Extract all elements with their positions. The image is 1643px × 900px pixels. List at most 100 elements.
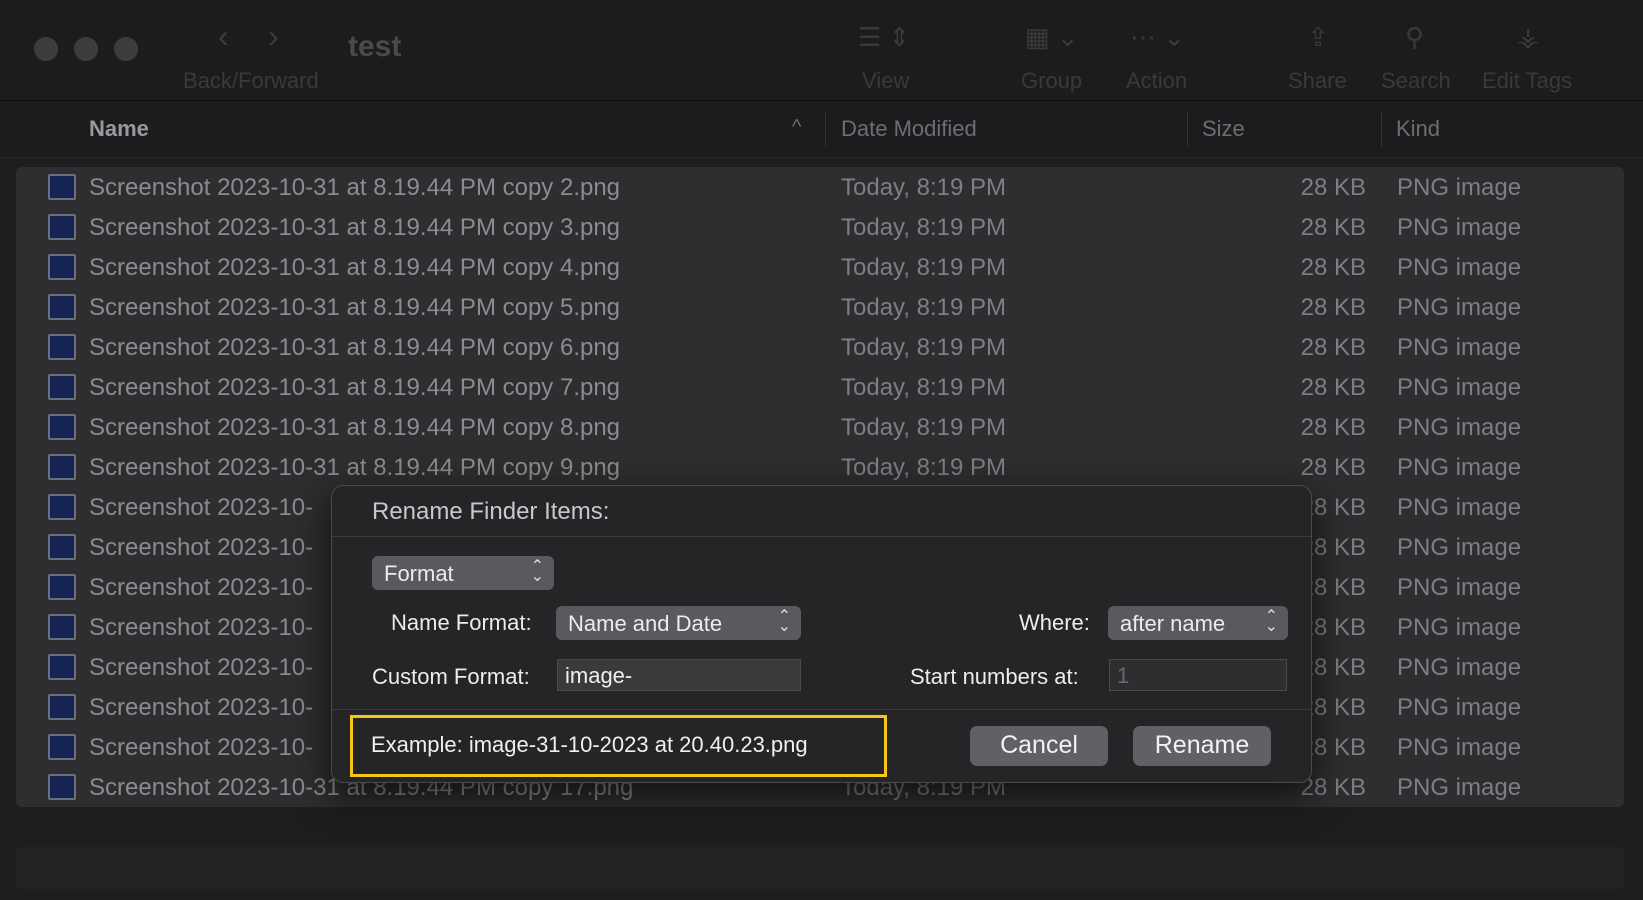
custom-format-field[interactable]: image- — [557, 659, 801, 691]
file-kind: PNG image — [1397, 374, 1522, 401]
tag-icon[interactable]: ⚶ — [1517, 22, 1539, 53]
share-label: Share — [1288, 68, 1347, 93]
divider — [332, 709, 1311, 710]
png-file-icon — [48, 254, 76, 280]
chevron-right-icon[interactable]: › — [268, 18, 279, 55]
file-kind: PNG image — [1397, 214, 1522, 241]
png-file-icon — [48, 294, 76, 320]
column-divider[interactable] — [825, 111, 826, 147]
file-name: Screenshot 2023-10-31 at 8.19.44 PM copy… — [89, 214, 621, 241]
updown-chevron-icon: ⌃ ⌄ — [530, 558, 544, 585]
file-kind: PNG image — [1397, 534, 1522, 561]
png-file-icon — [48, 414, 76, 440]
rename-dialog: Rename Finder Items: Format ⌃ ⌄ Name Form… — [331, 485, 1312, 783]
file-date: Today, 8:19 PM — [841, 214, 1006, 241]
sort-ascending-icon[interactable]: ^ — [792, 116, 801, 139]
group-icon[interactable]: ▦ ⌄ — [1025, 22, 1079, 53]
view-label: View — [862, 68, 910, 93]
list-view-icon[interactable]: ☰ ⇕ — [858, 22, 910, 53]
column-header: Name ^ Date Modified Size Kind — [0, 101, 1643, 158]
file-row[interactable]: Screenshot 2023-10-31 at 8.19.44 PM copy… — [16, 327, 1624, 367]
cancel-button[interactable]: Cancel — [970, 726, 1108, 766]
file-name: Screenshot 2023-10-31 at 8.19.44 PM copy… — [89, 174, 621, 201]
file-name: Screenshot 2023-10- — [89, 574, 314, 601]
png-file-icon — [48, 454, 76, 480]
column-divider[interactable] — [1381, 111, 1382, 147]
file-date: Today, 8:19 PM — [841, 374, 1006, 401]
file-size: 28 KB — [1300, 374, 1366, 401]
chevron-left-icon[interactable]: ‹ — [218, 18, 229, 55]
file-row[interactable]: Screenshot 2023-10-31 at 8.19.44 PM copy… — [16, 247, 1624, 287]
file-name: Screenshot 2023-10-31 at 8.19.44 PM copy… — [89, 334, 621, 361]
column-date-modified[interactable]: Date Modified — [841, 116, 977, 142]
file-size: 28 KB — [1300, 174, 1366, 201]
file-row[interactable]: Screenshot 2023-10-31 at 8.19.44 PM copy… — [16, 407, 1624, 447]
file-name: Screenshot 2023-10-31 at 8.19.44 PM copy… — [89, 374, 621, 401]
png-file-icon — [48, 614, 76, 640]
png-file-icon — [48, 334, 76, 360]
file-date: Today, 8:19 PM — [841, 294, 1006, 321]
file-name: Screenshot 2023-10- — [89, 614, 314, 641]
file-size: 28 KB — [1300, 414, 1366, 441]
png-file-icon — [48, 214, 76, 240]
action-ellipsis-icon[interactable]: ⋯ ⌄ — [1130, 22, 1185, 53]
window-title: test — [348, 30, 402, 63]
file-row[interactable]: Screenshot 2023-10-31 at 8.19.44 PM copy… — [16, 287, 1624, 327]
file-date: Today, 8:19 PM — [841, 414, 1006, 441]
search-icon[interactable]: ⚲ — [1405, 22, 1424, 53]
column-size[interactable]: Size — [1202, 116, 1245, 142]
start-numbers-field[interactable]: 1 — [1109, 659, 1287, 691]
zoom-window-button[interactable] — [114, 37, 138, 61]
file-row[interactable]: Screenshot 2023-10-31 at 8.19.44 PM copy… — [16, 447, 1624, 487]
where-popup[interactable]: after name ⌃ ⌄ — [1108, 606, 1288, 640]
file-size: 28 KB — [1300, 294, 1366, 321]
file-kind: PNG image — [1397, 294, 1522, 321]
file-kind: PNG image — [1397, 174, 1522, 201]
where-label: Where: — [1019, 610, 1090, 635]
column-divider[interactable] — [1187, 111, 1188, 147]
png-file-icon — [48, 734, 76, 760]
rename-mode-value: Format — [384, 561, 454, 586]
updown-chevron-icon: ⌃ ⌄ — [777, 608, 791, 635]
rename-button[interactable]: Rename — [1133, 726, 1271, 766]
file-kind: PNG image — [1397, 334, 1522, 361]
file-kind: PNG image — [1397, 414, 1522, 441]
close-window-button[interactable] — [34, 37, 58, 61]
edit-tags-label: Edit Tags — [1482, 68, 1573, 93]
png-file-icon — [48, 174, 76, 200]
updown-chevron-icon: ⌃ ⌄ — [1264, 608, 1278, 635]
example-highlight-box: Example: image-31-10-2023 at 20.40.23.pn… — [350, 715, 887, 777]
file-size: 28 KB — [1300, 214, 1366, 241]
file-row[interactable]: Screenshot 2023-10-31 at 8.19.44 PM copy… — [16, 207, 1624, 247]
file-kind: PNG image — [1397, 694, 1522, 721]
file-date: Today, 8:19 PM — [841, 174, 1006, 201]
name-format-popup[interactable]: Name and Date ⌃ ⌄ — [556, 606, 801, 640]
file-name: Screenshot 2023-10- — [89, 534, 314, 561]
file-name: Screenshot 2023-10-31 at 8.19.44 PM copy… — [89, 454, 621, 481]
file-kind: PNG image — [1397, 574, 1522, 601]
png-file-icon — [48, 574, 76, 600]
dialog-title: Rename Finder Items: — [372, 498, 610, 525]
custom-format-label: Custom Format: — [372, 664, 530, 689]
search-label: Search — [1381, 68, 1451, 93]
start-numbers-label: Start numbers at: — [910, 664, 1079, 689]
file-date: Today, 8:19 PM — [841, 334, 1006, 361]
file-size: 28 KB — [1300, 454, 1366, 481]
file-row[interactable]: Screenshot 2023-10-31 at 8.19.44 PM copy… — [16, 167, 1624, 207]
file-name: Screenshot 2023-10-31 at 8.19.44 PM copy… — [89, 254, 621, 281]
column-name[interactable]: Name — [89, 116, 149, 142]
example-text: Example: image-31-10-2023 at 20.40.23.pn… — [371, 732, 808, 757]
file-name: Screenshot 2023-10-31 at 8.19.44 PM copy… — [89, 414, 621, 441]
toolbar: ‹ › Back/Forward test ☰ ⇕ View ▦ ⌄ Group… — [0, 0, 1643, 101]
column-kind[interactable]: Kind — [1396, 116, 1440, 142]
rename-mode-popup[interactable]: Format ⌃ ⌄ — [372, 556, 554, 590]
name-format-value: Name and Date — [568, 611, 723, 636]
file-name: Screenshot 2023-10-31 at 8.19.44 PM copy… — [89, 294, 621, 321]
where-value: after name — [1120, 611, 1226, 636]
share-icon[interactable]: ⇪ — [1307, 22, 1329, 53]
divider — [332, 536, 1311, 537]
minimize-window-button[interactable] — [74, 37, 98, 61]
file-row[interactable]: Screenshot 2023-10-31 at 8.19.44 PM copy… — [16, 367, 1624, 407]
file-date: Today, 8:19 PM — [841, 454, 1006, 481]
group-label: Group — [1021, 68, 1083, 93]
